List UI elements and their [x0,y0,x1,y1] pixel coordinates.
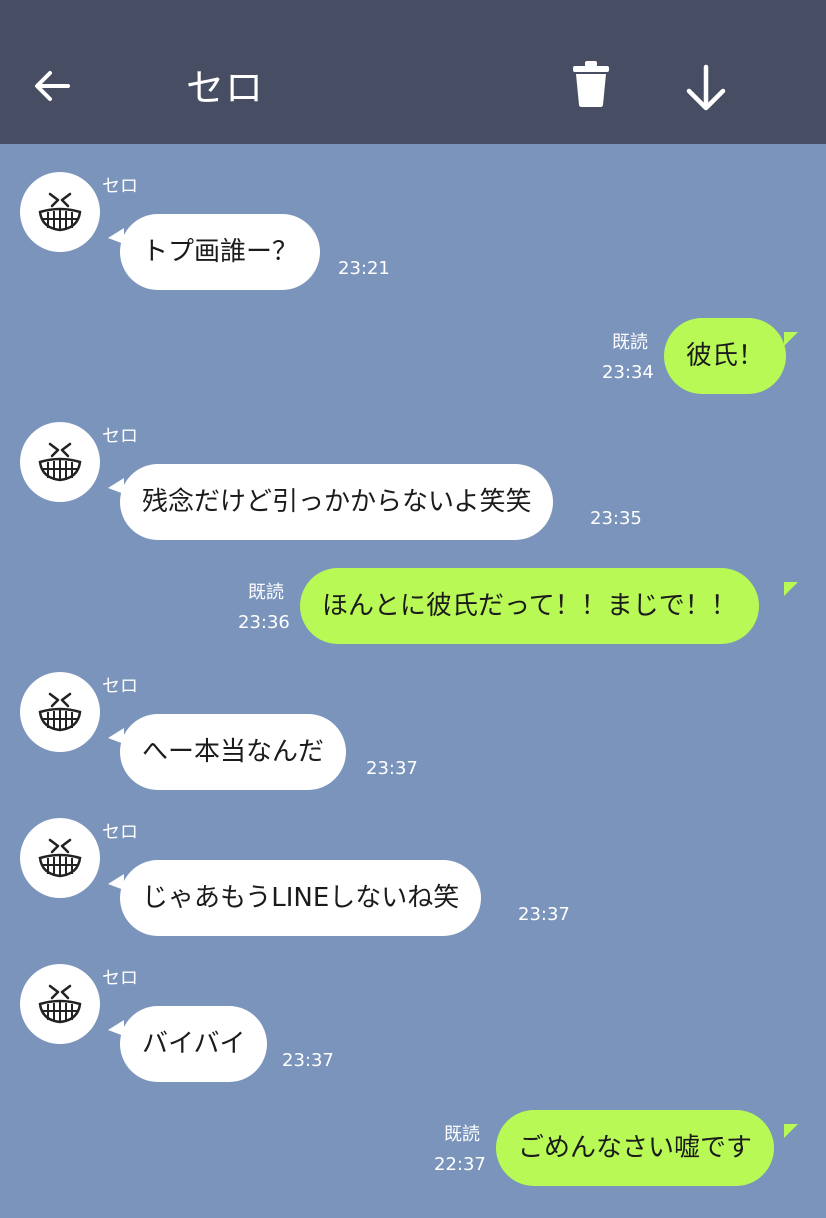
sender-name: セロ [102,822,138,843]
grin-face-icon [38,838,82,878]
avatar[interactable] [20,964,100,1044]
message-time: 23:37 [282,1050,334,1071]
message-bubble[interactable]: 彼氏！ [664,318,787,394]
chat-title: セロ [186,66,265,110]
grin-face-icon [38,692,82,732]
sender-name: セロ [102,968,138,989]
grin-face-icon [38,192,82,232]
read-receipt: 既読 [444,1124,480,1145]
trash-icon [573,61,609,107]
bubble-tail [784,332,798,346]
message-bubble[interactable]: 残念だけど引っかからないよ笑笑 [120,464,554,540]
message-bubble[interactable]: ごめんなさい嘘です [496,1110,775,1186]
arrow-down-icon [686,64,726,111]
avatar[interactable] [20,818,100,898]
message-bubble[interactable]: トプ画誰ー？ [120,214,321,290]
message-bubble[interactable]: じゃあもうLINEしないね笑 [120,860,482,936]
arrow-left-icon [35,71,70,101]
message-bubble[interactable]: バイバイ [120,1006,268,1082]
message-time: 23:35 [590,508,642,529]
avatar[interactable] [20,672,100,752]
avatar[interactable] [20,172,100,252]
message-time: 23:21 [338,258,390,279]
sender-name: セロ [102,676,138,697]
grin-face-icon [38,984,82,1024]
download-button[interactable] [676,58,736,118]
chat-header: セロ [0,0,826,144]
read-receipt: 既読 [248,582,284,603]
grin-face-icon [38,442,82,482]
message-time: 23:37 [518,904,570,925]
message-time: 23:34 [602,362,654,383]
back-button[interactable] [24,58,80,114]
message-time: 23:36 [238,612,290,633]
avatar[interactable] [20,422,100,502]
bubble-tail [784,582,798,596]
delete-button[interactable] [566,56,616,112]
message-bubble[interactable]: ほんとに彼氏だって！！まじで！！ [300,568,759,644]
message-time: 22:37 [434,1154,486,1175]
read-receipt: 既読 [612,332,648,353]
bubble-tail [784,1124,798,1138]
sender-name: セロ [102,176,138,197]
chat-area[interactable]: セロ トプ画誰ー？ 23:21 既読 23:34 彼氏！ セロ 残念だけど引っか… [0,144,826,1218]
message-time: 23:37 [366,758,418,779]
sender-name: セロ [102,426,138,447]
message-bubble[interactable]: へー本当なんだ [120,714,347,790]
